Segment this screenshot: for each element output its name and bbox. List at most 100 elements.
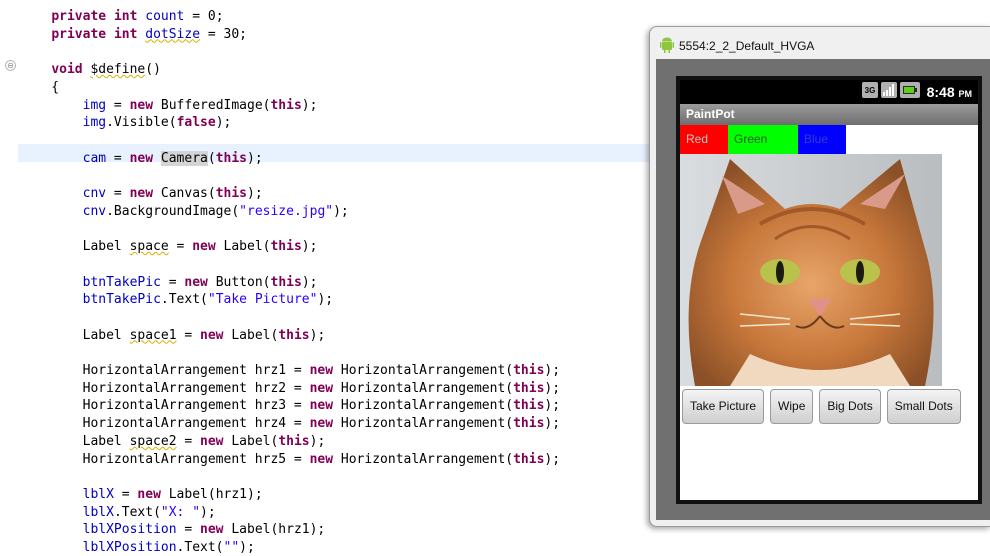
wipe-button[interactable]: Wipe (770, 389, 814, 424)
code-token: lblXPosition (82, 540, 177, 555)
code-token: int (113, 9, 138, 24)
code-line: cnv.BackgroundImage("resize.jpg"); (20, 204, 349, 220)
code-token: HorizontalArrangement hrz3 = (20, 398, 310, 414)
code-token: ); (309, 327, 326, 343)
code-token: ); (215, 115, 232, 131)
code-token: this (278, 327, 310, 343)
color-button-row: Red Green Blue (680, 125, 846, 154)
code-token: ); (301, 274, 318, 290)
code-line: lblX = new Label(hrz1); (20, 487, 263, 503)
code-token: .Text( (176, 540, 224, 555)
code-token: space1 (129, 327, 177, 343)
code-token: this (278, 433, 310, 449)
code-token: this (215, 186, 248, 201)
code-token: ); (333, 203, 349, 219)
small-dots-button[interactable]: Small Dots (886, 389, 961, 424)
app-content: Red Green Blue Take Picture Wipe Big Dot… (680, 125, 978, 500)
code-token: = (106, 150, 130, 166)
code-token: new (200, 327, 224, 343)
code-token: new (200, 433, 224, 449)
code-token: HorizontalArrangement( (333, 398, 514, 414)
code-line: private int dotSize = 30; (20, 27, 247, 43)
code-line: lblXPosition.Text(""); (20, 540, 255, 556)
code-token: HorizontalArrangement( (333, 416, 514, 432)
device-screen[interactable]: 3G 8:48 PM PaintPot Red Green Blue Take … (676, 76, 982, 504)
code-line: cam = new Camera(this); (20, 150, 263, 167)
status-bar: 3G 8:48 PM (680, 80, 978, 104)
code-token: new (184, 274, 208, 290)
code-token: Label(hrz1); (223, 522, 326, 538)
code-token: lblXPosition (82, 522, 177, 538)
code-token: HorizontalArrangement( (333, 451, 514, 467)
code-token: ); (317, 292, 334, 308)
drawing-canvas[interactable] (680, 154, 942, 386)
code-token: new (309, 451, 334, 467)
code-token: .BackgroundImage( (106, 203, 240, 219)
code-token: space2 (129, 433, 177, 449)
red-button[interactable]: Red (680, 125, 728, 154)
blue-button[interactable]: Blue (798, 125, 846, 154)
code-line: img = new BufferedImage(this); (20, 97, 318, 114)
code-token: int (113, 26, 138, 42)
emulator-title-bar[interactable]: 5554:2_2_Default_HVGA (660, 37, 814, 53)
code-token: Label(hrz1); (160, 486, 263, 502)
code-token: ); (544, 380, 561, 396)
code-token: img (82, 97, 107, 113)
code-token: ( (207, 150, 216, 166)
code-token: Label (20, 433, 130, 449)
code-line: lblX.Text("X: "); (20, 505, 216, 521)
code-token: ); (544, 451, 561, 467)
green-button[interactable]: Green (728, 125, 798, 154)
code-line: HorizontalArrangement hrz4 = new Horizon… (20, 416, 560, 432)
code-token: ); (301, 239, 318, 255)
code-line: HorizontalArrangement hrz5 = new Horizon… (20, 452, 560, 468)
code-token: = (176, 433, 201, 449)
code-token: space (129, 239, 169, 255)
code-token: this (270, 274, 302, 290)
code-token: dotSize (145, 26, 201, 42)
code-token: lblX (82, 486, 114, 502)
code-token: = (176, 327, 201, 343)
big-dots-button[interactable]: Big Dots (819, 389, 881, 424)
code-token: "" (223, 540, 240, 555)
code-token: this (270, 239, 302, 255)
code-line: private int count = 0; (20, 9, 224, 25)
code-token: new (309, 398, 334, 414)
code-token: HorizontalArrangement( (333, 363, 514, 378)
code-token: this (215, 150, 248, 166)
code-line: btnTakePic.Text("Take Picture"); (20, 292, 333, 308)
code-token: HorizontalArrangement hrz5 = (20, 451, 310, 467)
signal-icon (880, 82, 897, 102)
code-token: $define (90, 62, 146, 78)
code-token: ); (239, 540, 255, 555)
code-line: HorizontalArrangement hrz2 = new Horizon… (20, 381, 560, 397)
code-token: Label (20, 239, 130, 255)
code-token: BufferedImage( (153, 97, 271, 113)
fold-toggle-icon[interactable]: ⊖ (5, 60, 16, 71)
code-token: Label (20, 327, 130, 343)
emulator-window[interactable]: 5554:2_2_Default_HVGA 3G 8:48 PM PaintPo… (649, 26, 990, 527)
code-line: { (20, 80, 59, 96)
code-line: img.Visible(false); (20, 115, 232, 131)
code-token: new (192, 239, 216, 255)
code-token: new (129, 186, 154, 201)
code-token: count (145, 9, 185, 24)
code-token: HorizontalArrangement( (333, 380, 514, 396)
code-token: = (106, 97, 130, 113)
code-token: cam (82, 150, 107, 166)
code-line: Label space2 = new Label(this); (20, 433, 326, 450)
battery-icon (899, 82, 920, 102)
code-token: new (200, 522, 224, 538)
code-token: HorizontalArrangement hrz1 = (20, 363, 310, 378)
take-picture-button[interactable]: Take Picture (682, 389, 765, 424)
code-token: = (168, 239, 193, 255)
code-token: = 0; (184, 9, 224, 24)
